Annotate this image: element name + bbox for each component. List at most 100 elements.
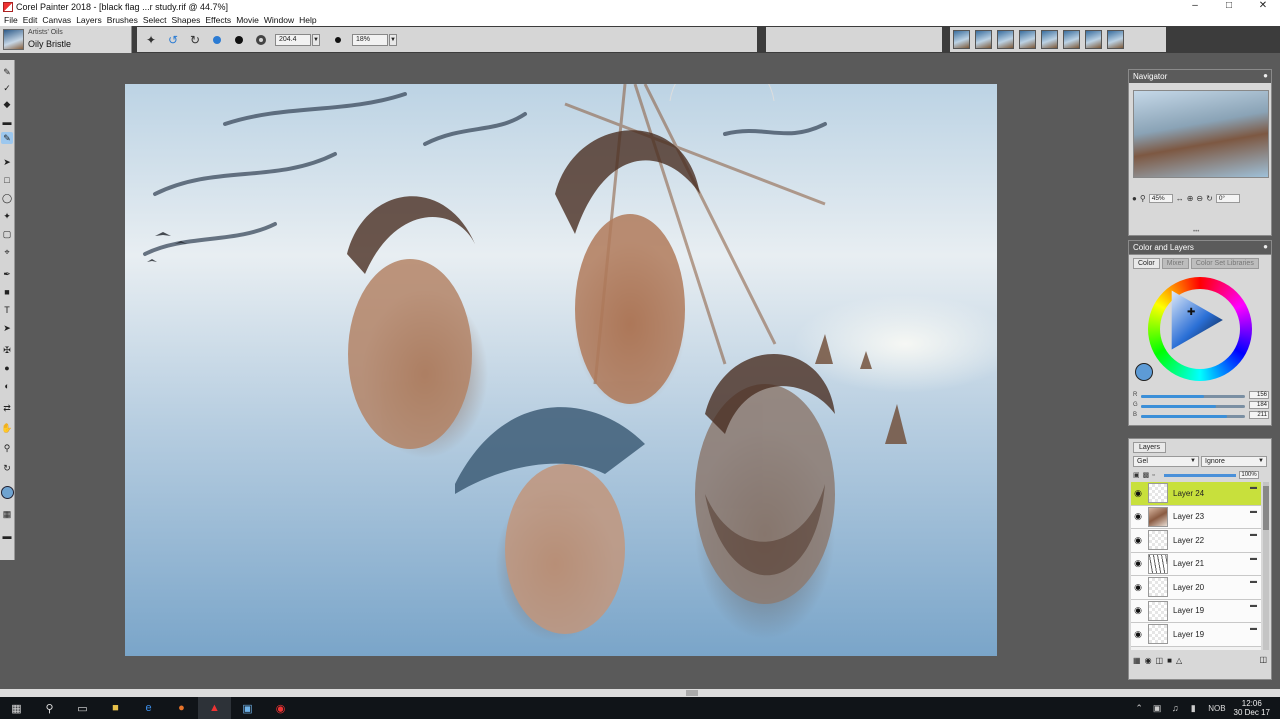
green-value-field[interactable]: 184 [1249, 401, 1269, 409]
opacity-field[interactable]: 18% [352, 33, 388, 46]
visibility-eye-icon[interactable]: ◉ [1131, 511, 1145, 522]
layer-options-icon[interactable]: ▬ [1250, 625, 1257, 632]
show-hidden-icons-chevron-icon[interactable]: ⌃ [1130, 703, 1148, 714]
green-slider[interactable] [1141, 405, 1245, 408]
layer-row[interactable]: ◉ Layer 19 ▬ [1131, 599, 1261, 623]
pen-tool-icon[interactable]: ✒ [1, 268, 13, 280]
recent-brush-tile[interactable] [1019, 30, 1036, 49]
menu-canvas[interactable]: Canvas [42, 15, 71, 25]
media-selector-icon[interactable]: ▬ [1, 530, 13, 542]
tab-layers[interactable]: Layers [1133, 442, 1167, 453]
dab-preview-blue-icon[interactable] [209, 32, 225, 48]
layer-list-scrollbar[interactable] [1263, 482, 1269, 650]
menu-brushes[interactable]: Brushes [107, 15, 138, 25]
menu-shapes[interactable]: Shapes [172, 15, 201, 25]
tab-color[interactable]: Color [1133, 258, 1160, 269]
layer-options-icon[interactable]: ▬ [1250, 578, 1257, 585]
tab-color-set-libraries[interactable]: Color Set Libraries [1190, 258, 1259, 269]
new-layer-group-icon[interactable]: ◫ [1156, 656, 1164, 665]
recent-brush-tile[interactable] [975, 30, 992, 49]
layer-row[interactable]: ◉ Layer 21 ▬ [1131, 552, 1261, 576]
visibility-eye-icon[interactable]: ◉ [1131, 558, 1145, 569]
preserve-transparency-icon[interactable]: ▣ [1133, 471, 1140, 479]
layer-row[interactable]: ◉ Layer 23 ▬ [1131, 505, 1261, 529]
magnifier-icon[interactable]: ⚲ [1, 442, 13, 454]
brush-selector[interactable]: Artists' Oils Oily Bristle [0, 26, 132, 53]
transform-tool-icon[interactable]: ▢ [1, 228, 13, 240]
paper-selector-icon[interactable]: ▦ [1, 508, 13, 520]
scrollbar-thumb[interactable] [686, 690, 698, 696]
layer-row[interactable]: ◉ Layer 19 ▬ [1131, 623, 1261, 647]
paint-bucket-icon[interactable]: ◆ [1, 98, 13, 110]
input-language-indicator[interactable]: NOB [1208, 704, 1225, 713]
menu-effects[interactable]: Effects [205, 15, 231, 25]
composite-depth-select[interactable]: Ignore ▼ [1201, 456, 1267, 467]
composite-method-select[interactable]: Gel ▼ [1133, 456, 1199, 467]
menu-window[interactable]: Window [264, 15, 294, 25]
edge-browser-icon[interactable]: e [132, 697, 165, 719]
panel-close-icon[interactable]: ● [1263, 242, 1268, 251]
navigator-panel-header[interactable]: Navigator ● [1129, 70, 1271, 83]
close-button[interactable]: ✕ [1246, 0, 1280, 14]
layer-options-icon[interactable]: ▬ [1250, 602, 1257, 609]
shape-selection-icon[interactable]: ➤ [1, 322, 13, 334]
volume-icon[interactable]: ♫ [1166, 703, 1184, 713]
menu-layers[interactable]: Layers [76, 15, 102, 25]
layer-row[interactable]: ◉ Layer 24 ▬ [1131, 482, 1261, 506]
dropper-tool-icon[interactable]: ✓ [1, 82, 13, 94]
opacity-dropdown[interactable]: ▼ [389, 33, 397, 46]
menu-movie[interactable]: Movie [236, 15, 259, 25]
file-explorer-icon[interactable]: ■ [99, 697, 132, 719]
lasso-tool-icon[interactable]: ◯ [1, 192, 13, 204]
battery-icon[interactable]: ▮ [1184, 703, 1202, 714]
blue-value-field[interactable]: 211 [1249, 411, 1269, 419]
recent-brush-tile[interactable] [1041, 30, 1058, 49]
menu-help[interactable]: Help [299, 15, 316, 25]
zoom-out-icon[interactable]: ⊖ [1196, 194, 1203, 203]
clone-tool-icon[interactable]: ✠ [1, 344, 13, 356]
new-layer-icon[interactable]: ■ [1167, 656, 1172, 665]
network-icon[interactable]: ▣ [1148, 703, 1166, 714]
canvas-horizontal-scrollbar[interactable] [0, 689, 1280, 697]
recent-brush-tile[interactable] [1107, 30, 1124, 49]
task-view-icon[interactable]: ▭ [66, 697, 99, 719]
visibility-eye-icon[interactable]: ◉ [1131, 605, 1145, 616]
recent-brush-tile[interactable] [1063, 30, 1080, 49]
eraser-tool-icon[interactable]: ▬ [1, 116, 13, 128]
firefox-icon[interactable]: ● [165, 697, 198, 719]
text-tool-icon[interactable]: T [1, 304, 13, 316]
red-value-field[interactable]: 156 [1249, 391, 1269, 399]
layer-opacity-field[interactable]: 100% [1238, 471, 1259, 479]
layer-options-icon[interactable]: ▬ [1250, 484, 1257, 491]
layer-options-icon[interactable]: ▬ [1250, 508, 1257, 515]
visibility-eye-icon[interactable]: ◉ [1131, 535, 1145, 546]
grabber-hand-icon[interactable]: ✋ [1, 422, 13, 434]
layer-row[interactable]: ◉ Layer 22 ▬ [1131, 529, 1261, 553]
layer-opacity-slider[interactable] [1163, 473, 1236, 477]
stroke-attributes-icon[interactable]: ↺ [165, 32, 181, 48]
lock-icon[interactable]: △ [1176, 656, 1182, 665]
search-icon[interactable]: ⚲ [33, 697, 66, 719]
rubber-stamp-icon[interactable]: ● [1, 362, 13, 374]
shape-tool-icon[interactable]: ■ [1, 286, 13, 298]
current-color-swatch[interactable] [1135, 363, 1153, 381]
panel-resize-grip[interactable]: ••• [1193, 229, 1199, 235]
visibility-eye-icon[interactable]: ◉ [1131, 582, 1145, 593]
recent-brush-tile[interactable] [1085, 30, 1102, 49]
windows-start-icon[interactable]: ▦ [0, 697, 33, 719]
rectangle-select-icon[interactable]: □ [1, 174, 13, 186]
visibility-eye-icon[interactable]: ◉ [1131, 629, 1145, 640]
document-canvas[interactable] [125, 84, 997, 656]
minimize-button[interactable]: – [1178, 0, 1212, 14]
screen-recorder-icon[interactable]: ◉ [264, 697, 297, 719]
menu-select[interactable]: Select [143, 15, 167, 25]
blender-tool-icon[interactable]: ✎ [1, 132, 13, 144]
crop-tool-icon[interactable]: ⌖ [1, 246, 13, 258]
lock-layer-icon[interactable]: ▫ [1152, 472, 1154, 479]
layer-options-icon[interactable]: ▬ [1250, 555, 1257, 562]
zoom-field[interactable]: 45% [1148, 193, 1173, 203]
taskbar-clock[interactable]: 12:06 30 Dec 17 [1234, 699, 1270, 717]
mirror-tool-icon[interactable]: ⇄ [1, 402, 13, 414]
pick-up-underlying-color-icon[interactable]: ▩ [1143, 471, 1150, 479]
layer-row[interactable]: ◉ Layer 20 ▬ [1131, 576, 1261, 600]
